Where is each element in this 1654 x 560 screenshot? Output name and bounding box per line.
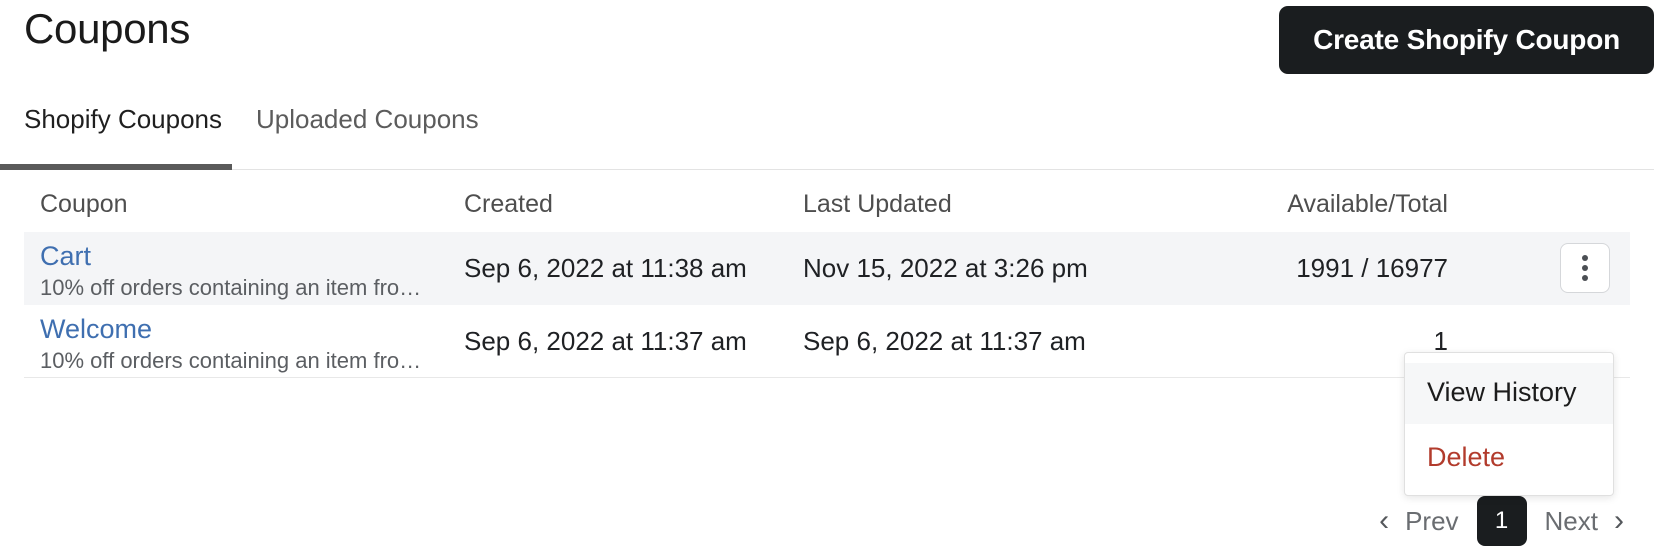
last-updated-date: Sep 6, 2022 at 11:37 am	[803, 326, 1086, 356]
coupon-name-link[interactable]: Cart	[40, 240, 430, 272]
created-date: Sep 6, 2022 at 11:37 am	[464, 326, 747, 356]
column-header-available-total: Available/Total	[1287, 190, 1448, 218]
tab-bar: Shopify Coupons Uploaded Coupons	[0, 96, 1654, 170]
page-header: Coupons Create Shopify Coupon	[0, 0, 1654, 96]
pagination-current-page[interactable]: 1	[1476, 496, 1527, 546]
menu-item-delete[interactable]: Delete	[1405, 424, 1613, 483]
coupon-name-link[interactable]: Welcome	[40, 313, 430, 345]
create-shopify-coupon-button[interactable]: Create Shopify Coupon	[1279, 6, 1654, 74]
kebab-icon-dot	[1582, 265, 1588, 271]
table-row: Welcome 10% off orders containing an ite…	[24, 305, 1630, 378]
created-date: Sep 6, 2022 at 11:38 am	[464, 253, 747, 283]
last-updated-date: Nov 15, 2022 at 3:26 pm	[803, 253, 1088, 283]
pagination-next-button[interactable]: Next	[1535, 506, 1608, 537]
table-row: Cart 10% off orders containing an item f…	[24, 232, 1630, 305]
column-header-last-updated: Last Updated	[803, 190, 952, 218]
kebab-icon-dot	[1582, 275, 1588, 281]
tab-uploaded-coupons[interactable]: Uploaded Coupons	[256, 104, 479, 135]
coupon-cell: Cart 10% off orders containing an item f…	[40, 240, 430, 302]
row-actions-dropdown: View History Delete	[1404, 352, 1614, 497]
coupon-cell: Welcome 10% off orders containing an ite…	[40, 313, 430, 375]
coupon-description: 10% off orders containing an item from S…	[40, 275, 430, 301]
coupon-description: 10% off orders containing an item from S…	[40, 348, 430, 374]
tab-shopify-coupons[interactable]: Shopify Coupons	[24, 104, 222, 135]
pagination-prev-button[interactable]: Prev	[1395, 506, 1468, 537]
chevron-right-icon[interactable]: ›	[1608, 506, 1630, 536]
page-title: Coupons	[24, 5, 191, 52]
chevron-left-icon[interactable]: ‹	[1373, 506, 1395, 536]
available-total-value: 1991 / 16977	[1296, 253, 1448, 283]
kebab-icon-dot	[1582, 255, 1588, 261]
table-header-row: Coupon Created Last Updated Available/To…	[0, 170, 1654, 232]
column-header-created: Created	[464, 190, 553, 218]
coupons-table: Coupon Created Last Updated Available/To…	[0, 170, 1654, 378]
row-actions-menu-button[interactable]	[1560, 243, 1610, 293]
menu-item-view-history[interactable]: View History	[1405, 363, 1613, 425]
pagination: ‹ Prev 1 Next ›	[1373, 496, 1630, 546]
column-header-coupon: Coupon	[40, 190, 128, 218]
